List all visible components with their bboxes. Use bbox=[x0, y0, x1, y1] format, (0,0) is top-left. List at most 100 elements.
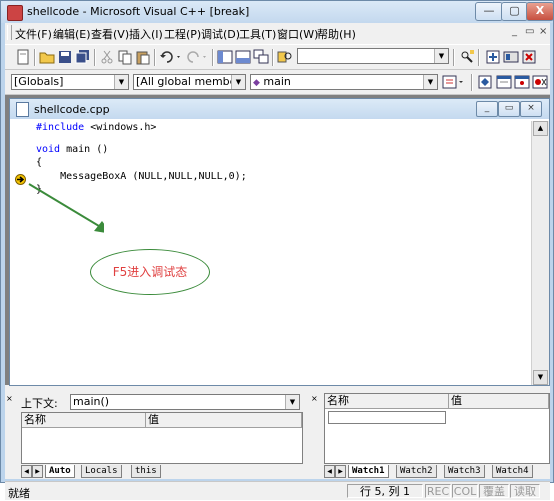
watch-edit-field[interactable] bbox=[328, 411, 446, 424]
chevron-down-icon[interactable]: ▼ bbox=[231, 75, 245, 89]
stop-build-icon[interactable] bbox=[521, 49, 537, 65]
build-icon[interactable] bbox=[503, 49, 519, 65]
code-line-4: { bbox=[36, 157, 43, 168]
wizard-action-icon[interactable] bbox=[442, 74, 466, 90]
go-icon[interactable] bbox=[477, 74, 493, 90]
annotation-arrow bbox=[28, 183, 104, 233]
tab-watch1[interactable]: Watch1 bbox=[348, 465, 389, 478]
menu-help[interactable]: 帮助(H) bbox=[317, 26, 356, 42]
scroll-down-icon[interactable]: ▼ bbox=[533, 370, 548, 385]
function-combo[interactable]: ◆ main ▼ bbox=[250, 74, 438, 90]
chevron-down-icon[interactable]: ▼ bbox=[285, 395, 299, 409]
output-window-icon[interactable] bbox=[235, 49, 251, 65]
annotation-text: F5进入调试态 bbox=[112, 265, 188, 279]
paste-icon[interactable] bbox=[135, 49, 151, 65]
overwrite-indicator: 覆盖 bbox=[479, 484, 509, 498]
code-editor[interactable]: #include <windows.h> void main () { Mess… bbox=[10, 121, 530, 385]
column-header-value[interactable]: 值 bbox=[146, 413, 302, 428]
tab-watch2[interactable]: Watch2 bbox=[396, 465, 437, 478]
main-window: shellcode - Microsoft Visual C++ [break]… bbox=[0, 0, 554, 500]
rec-indicator: REC bbox=[425, 484, 451, 498]
scroll-up-icon[interactable]: ▲ bbox=[533, 121, 548, 136]
workspace-icon[interactable] bbox=[217, 49, 233, 65]
tab-this[interactable]: this bbox=[131, 465, 161, 478]
find-icon[interactable] bbox=[459, 49, 475, 65]
maximize-button[interactable]: ▢ bbox=[501, 2, 528, 21]
col-indicator: COL bbox=[452, 484, 478, 498]
pane-grip[interactable]: × bbox=[310, 391, 320, 479]
find-in-files-icon[interactable] bbox=[277, 49, 293, 65]
remove-breakpoint-icon[interactable] bbox=[532, 74, 548, 90]
tab-scroll-right-icon[interactable]: ▶ bbox=[335, 465, 346, 478]
editor-maximize-button[interactable]: ▭ bbox=[498, 101, 520, 117]
close-icon[interactable]: × bbox=[6, 394, 13, 403]
tab-scroll-left-icon[interactable]: ◀ bbox=[324, 465, 335, 478]
editor-close-button[interactable]: × bbox=[520, 101, 542, 117]
column-header-value[interactable]: 值 bbox=[449, 394, 549, 409]
menu-bar: 文件(F) 编辑(E) 查看(V) 插入(I) 工程(P) 调试(D) 工具(T… bbox=[5, 23, 550, 42]
title-bar: shellcode - Microsoft Visual C++ [break]… bbox=[1, 1, 554, 23]
watch-list[interactable]: 名称 值 bbox=[324, 393, 550, 464]
menu-project[interactable]: 工程(P) bbox=[164, 26, 201, 42]
keyword: #include bbox=[36, 122, 85, 133]
menu-edit[interactable]: 编辑(E) bbox=[53, 26, 91, 42]
menu-debug[interactable]: 调试(D) bbox=[201, 26, 240, 42]
watch-tabs: ◀ ▶ Watch1 Watch2 Watch3 Watch4 bbox=[324, 465, 550, 479]
context-label: 上下文: bbox=[21, 397, 58, 410]
close-button[interactable]: X bbox=[526, 2, 554, 21]
menu-window[interactable]: 窗口(W) bbox=[277, 26, 318, 42]
scope-combo[interactable]: [Globals] ▼ bbox=[11, 74, 129, 90]
toolbar-separator bbox=[34, 49, 36, 66]
pane-grip[interactable]: × bbox=[5, 391, 15, 479]
editor-minimize-button[interactable]: _ bbox=[476, 101, 498, 117]
open-folder-icon[interactable] bbox=[39, 49, 55, 65]
members-value: [All global members bbox=[136, 75, 246, 88]
debug-window-icon[interactable] bbox=[514, 74, 530, 90]
cut-icon[interactable] bbox=[99, 49, 115, 65]
tab-locals[interactable]: Locals bbox=[81, 465, 122, 478]
window-list-icon[interactable] bbox=[253, 49, 269, 65]
menu-file[interactable]: 文件(F) bbox=[15, 26, 52, 42]
members-combo[interactable]: [All global members ▼ bbox=[133, 74, 246, 90]
editor-gutter bbox=[10, 121, 30, 385]
menu-view[interactable]: 查看(V) bbox=[91, 26, 129, 42]
editor-window: shellcode.cpp _ ▭ × #include <windows.h>… bbox=[9, 98, 550, 386]
annotation-callout: F5进入调试态 bbox=[90, 249, 210, 295]
mdi-minimize-button[interactable]: _ bbox=[512, 26, 517, 37]
compile-icon[interactable] bbox=[485, 49, 501, 65]
menu-grip[interactable] bbox=[7, 25, 12, 40]
new-file-icon[interactable] bbox=[15, 49, 31, 65]
keyword: void bbox=[36, 144, 61, 155]
find-combo[interactable]: ▼ bbox=[297, 48, 449, 64]
tab-scroll-right-icon[interactable]: ▶ bbox=[32, 465, 43, 478]
undo-icon[interactable] bbox=[159, 49, 183, 65]
vertical-scrollbar[interactable]: ▲ ▼ bbox=[531, 121, 549, 385]
chevron-down-icon[interactable]: ▼ bbox=[434, 49, 448, 63]
copy-icon[interactable] bbox=[117, 49, 133, 65]
close-icon[interactable]: × bbox=[311, 394, 318, 403]
scope-value: [Globals] bbox=[14, 75, 64, 88]
save-all-icon[interactable] bbox=[75, 49, 91, 65]
redo-icon[interactable] bbox=[185, 49, 209, 65]
menu-insert[interactable]: 插入(I) bbox=[129, 26, 163, 42]
editor-title: shellcode.cpp bbox=[34, 103, 110, 116]
mdi-restore-button[interactable]: ▭ bbox=[525, 26, 534, 37]
column-header-name[interactable]: 名称 bbox=[22, 413, 146, 428]
tab-watch4[interactable]: Watch4 bbox=[492, 465, 533, 478]
toolbar-separator bbox=[154, 49, 156, 66]
breakpoint-window-icon[interactable] bbox=[496, 74, 512, 90]
variables-pane: × 上下文: main() ▼ 名称 值 ◀ ▶ Auto Locals thi… bbox=[5, 391, 305, 479]
tab-scroll-left-icon[interactable]: ◀ bbox=[21, 465, 32, 478]
minimize-button[interactable]: — bbox=[475, 2, 503, 21]
tab-watch3[interactable]: Watch3 bbox=[444, 465, 485, 478]
context-combo[interactable]: main() ▼ bbox=[70, 394, 300, 410]
save-icon[interactable] bbox=[57, 49, 73, 65]
chevron-down-icon[interactable]: ▼ bbox=[114, 75, 128, 89]
mdi-close-button[interactable]: × bbox=[539, 26, 547, 37]
variables-list[interactable]: 名称 值 bbox=[21, 412, 303, 464]
menu-tools[interactable]: 工具(T) bbox=[239, 26, 276, 42]
tab-auto[interactable]: Auto bbox=[45, 465, 75, 478]
editor-titlebar: shellcode.cpp _ ▭ × bbox=[10, 99, 549, 119]
column-header-name[interactable]: 名称 bbox=[325, 394, 449, 409]
chevron-down-icon[interactable]: ▼ bbox=[423, 75, 437, 89]
